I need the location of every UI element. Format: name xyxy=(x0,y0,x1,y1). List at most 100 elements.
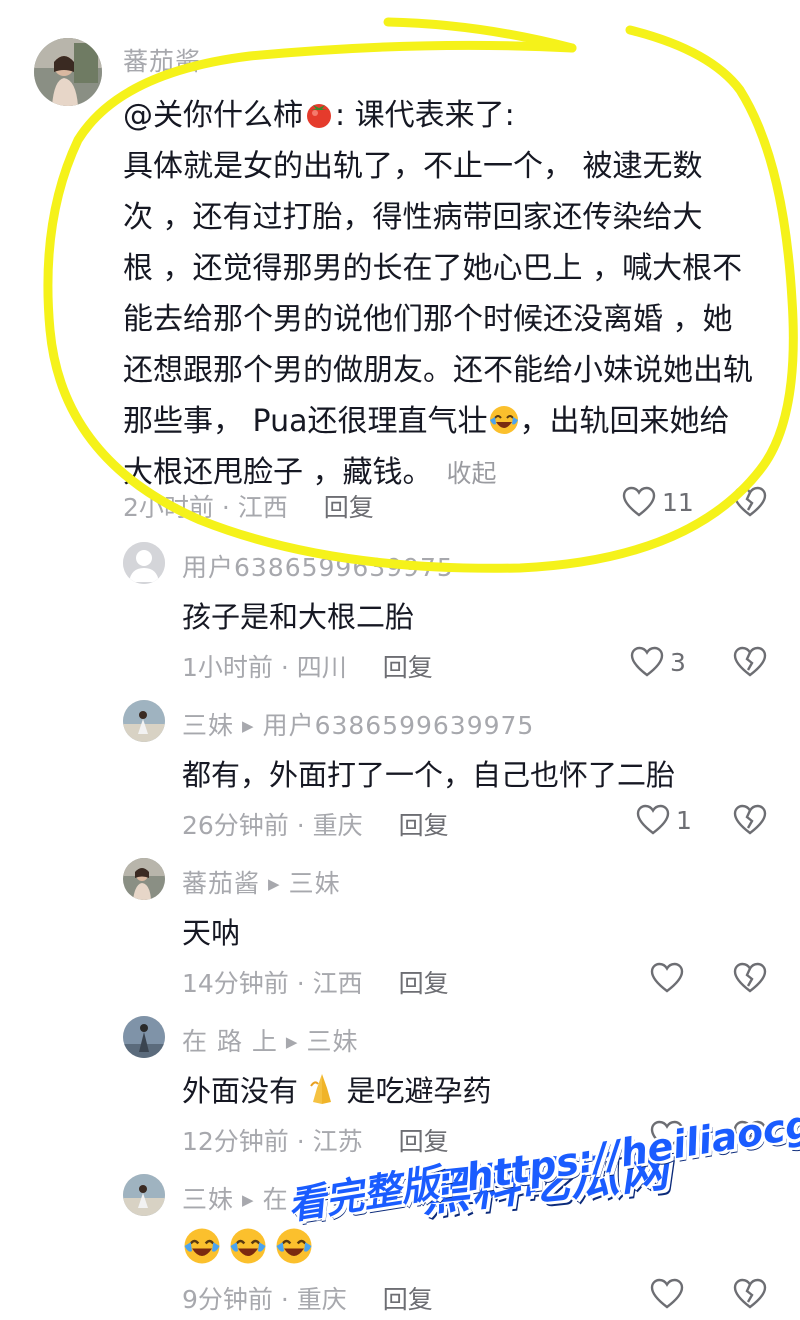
broken-heart-icon xyxy=(733,962,767,993)
reply-meta: 12分钟前 · 江苏 回复 xyxy=(182,1127,449,1156)
comment-line: 根 ，还觉得那男的长在了她心巴上 ，喊大根不 xyxy=(123,251,743,286)
reply-arrow-icon: ▶ xyxy=(242,717,255,735)
comment-line: ，出轨回来她给 xyxy=(519,404,730,439)
user-photo-icon xyxy=(123,700,165,742)
heart-icon xyxy=(622,486,656,517)
avatar[interactable] xyxy=(123,1016,165,1058)
like-button[interactable]: 11 xyxy=(622,486,694,518)
reply-location: 四川 xyxy=(296,653,347,682)
avatar[interactable] xyxy=(34,38,102,106)
laughing-crying-icon xyxy=(274,1226,314,1266)
reply-time: 14分钟前 xyxy=(182,969,289,998)
reply-text: 孩子是和大根二胎 xyxy=(182,600,415,634)
like-button[interactable]: 3 xyxy=(630,646,686,678)
reply-button[interactable]: 回复 xyxy=(324,493,374,522)
comment-line: 具体就是女的出轨了，不止一个， 被逮无数 xyxy=(123,149,703,184)
reply-time: 12分钟前 xyxy=(182,1127,289,1156)
reply-button[interactable]: 回复 xyxy=(383,653,433,682)
heart-icon xyxy=(630,646,664,677)
comment-username[interactable]: 蕃茄酱 xyxy=(123,42,201,78)
reply-text: 天呐 xyxy=(182,916,241,950)
reply-username[interactable]: 三妹 xyxy=(182,711,234,740)
dislike-button[interactable] xyxy=(733,1278,767,1314)
like-count: 3 xyxy=(670,647,686,677)
reply-time: 1小时前 xyxy=(182,653,273,682)
user-photo-icon xyxy=(123,1174,165,1216)
mention-link[interactable]: @关你什么柿 xyxy=(123,98,303,133)
comment-line: 大根还甩脸子 ，藏钱。 xyxy=(123,455,433,490)
dislike-button[interactable] xyxy=(733,804,767,840)
comment-meta: 2小时前 · 江西 回复 xyxy=(123,493,374,522)
comment-time: 2小时前 xyxy=(123,493,214,522)
reply-username[interactable]: 用户6386599639975 xyxy=(182,548,454,584)
dislike-button[interactable] xyxy=(733,962,767,998)
reply-text: 外面没有 是吃避孕药 xyxy=(182,1068,491,1110)
pray-hands-icon xyxy=(307,1072,337,1106)
avatar[interactable] xyxy=(123,700,165,742)
broken-heart-icon xyxy=(733,646,767,677)
avatar[interactable] xyxy=(123,1174,165,1216)
comment-line: 次 ，还有过打胎，得性病带回家还传染给大 xyxy=(123,200,703,235)
reply-button[interactable]: 回复 xyxy=(383,1285,433,1314)
reply-arrow-icon: ▶ xyxy=(268,875,281,893)
reply-text xyxy=(182,1226,314,1268)
reply-time: 26分钟前 xyxy=(182,811,289,840)
dislike-button[interactable] xyxy=(733,646,767,682)
reply-header: 蕃茄酱 ▶ 三妹 xyxy=(182,864,341,900)
broken-heart-icon xyxy=(733,804,767,835)
reply-to-username[interactable]: 用户6386599639975 xyxy=(263,711,535,740)
avatar[interactable] xyxy=(123,858,165,900)
reply-header: 三妹 ▶ 用户6386599639975 xyxy=(182,706,534,742)
like-button[interactable] xyxy=(650,962,684,994)
reply-to-username[interactable]: 三妹 xyxy=(306,1027,358,1056)
like-count: 1 xyxy=(676,805,692,835)
reply-text-part: 外面没有 xyxy=(182,1074,299,1108)
reply-username[interactable]: 三妹 xyxy=(182,1185,234,1214)
comment-line: 还想跟那个男的做朋友。还不能给小妹说她出轨 xyxy=(123,353,753,388)
reply-arrow-icon: ▶ xyxy=(242,1191,255,1209)
user-photo-icon xyxy=(34,38,102,106)
reply-location: 重庆 xyxy=(296,1285,347,1314)
heart-icon xyxy=(650,1278,684,1309)
reply-button[interactable]: 回复 xyxy=(399,969,449,998)
reply-meta: 1小时前 · 四川 回复 xyxy=(182,653,433,682)
laughing-crying-icon xyxy=(182,1226,222,1266)
like-count: 11 xyxy=(662,487,694,517)
dislike-button[interactable] xyxy=(733,486,767,522)
reply-to-username[interactable]: 三妹 xyxy=(289,869,341,898)
laughing-crying-icon xyxy=(228,1226,268,1266)
reply-meta: 26分钟前 · 重庆 回复 xyxy=(182,811,449,840)
comment-body: @关你什么柿 : 课代表来了: 具体就是女的出轨了，不止一个， 被逮无数 次 ，还… xyxy=(123,90,773,499)
reply-text-part: 是吃避孕药 xyxy=(346,1074,492,1108)
heart-icon xyxy=(636,804,670,835)
comment-thread: 蕃茄酱 @关你什么柿 : 课代表来了: 具体就是女的出轨了，不止一个， 被逮无数 … xyxy=(0,0,800,1320)
comment-location: 江西 xyxy=(237,493,288,522)
like-button[interactable]: 1 xyxy=(636,804,692,836)
like-button[interactable] xyxy=(650,1278,684,1310)
reply-location: 江西 xyxy=(312,969,363,998)
collapse-button[interactable]: 收起 xyxy=(447,459,497,488)
comment-line: 能去给那个男的说他们那个时候还没离婚 ，她 xyxy=(123,302,733,337)
reply-username[interactable]: 在 路 上 xyxy=(182,1027,278,1056)
reply-meta: 14分钟前 · 江西 回复 xyxy=(182,969,449,998)
tomato-icon xyxy=(303,95,335,128)
user-photo-icon xyxy=(123,1016,165,1058)
reply-text: 都有，外面打了一个，自己也怀了二胎 xyxy=(182,758,676,792)
reply-button[interactable]: 回复 xyxy=(399,811,449,840)
reply-location: 重庆 xyxy=(312,811,363,840)
default-avatar-icon xyxy=(123,542,165,584)
reply-header: 在 路 上 ▶ 三妹 xyxy=(182,1022,358,1058)
broken-heart-icon xyxy=(733,1278,767,1309)
laughing-crying-icon xyxy=(488,401,520,434)
reply-location: 江苏 xyxy=(312,1127,363,1156)
reply-arrow-icon: ▶ xyxy=(285,1033,299,1051)
avatar[interactable] xyxy=(123,542,165,584)
reply-time: 9分钟前 xyxy=(182,1285,273,1314)
reply-username[interactable]: 蕃茄酱 xyxy=(182,869,260,898)
user-photo-icon xyxy=(123,858,165,900)
comment-body-head: : 课代表来了: xyxy=(335,98,515,133)
broken-heart-icon xyxy=(733,486,767,517)
reply-meta: 9分钟前 · 重庆 回复 xyxy=(182,1285,433,1314)
heart-icon xyxy=(650,962,684,993)
comment-line: 那些事， Pua还很理直气壮 xyxy=(123,404,488,439)
